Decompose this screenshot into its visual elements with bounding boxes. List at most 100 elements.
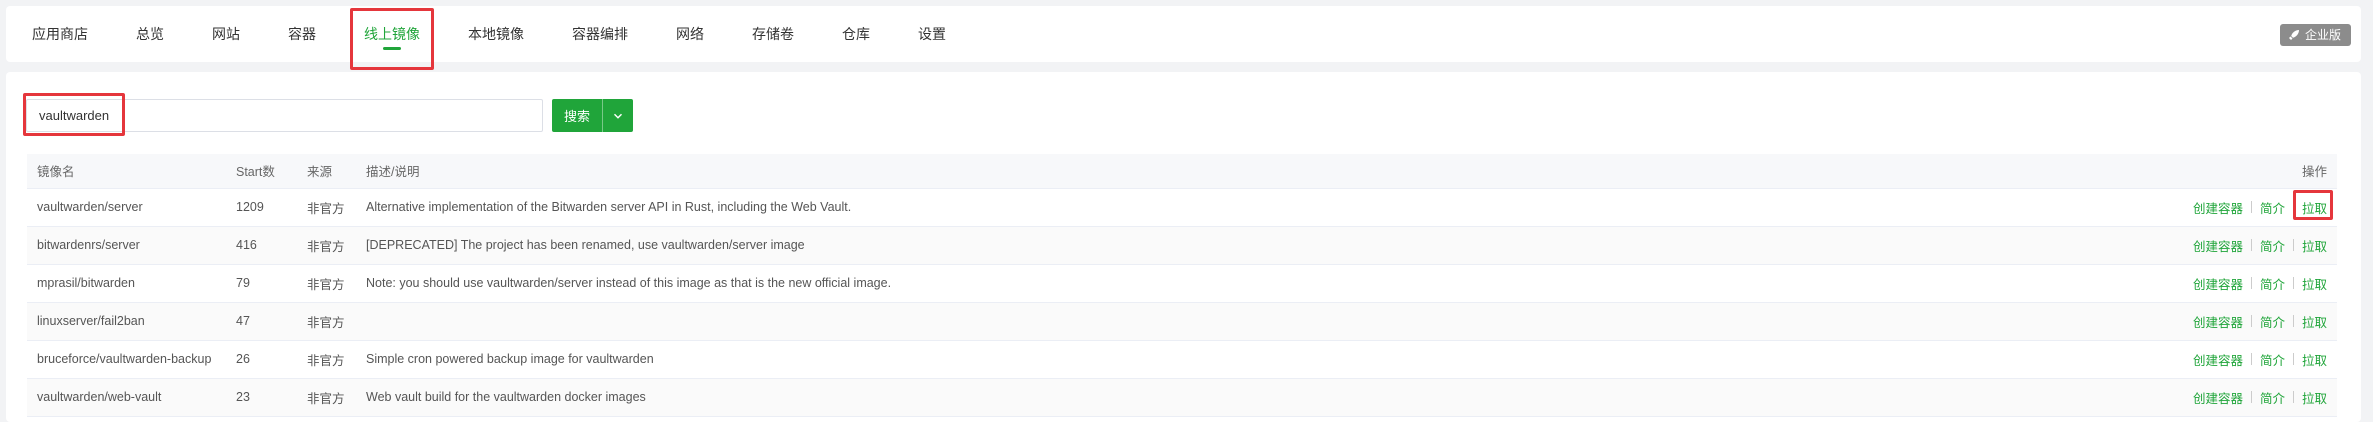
tab-label: 仓库 — [842, 26, 870, 42]
create-container-link[interactable]: 创建容器 — [2193, 312, 2243, 331]
tab-item[interactable]: 网络 — [676, 6, 704, 62]
stars-cell: 1209 — [226, 188, 297, 227]
table-row: bitwardenrs/server 416 非官方 [DEPRECATED] The… — [27, 226, 2337, 265]
header-source: 来源 — [297, 154, 356, 189]
search-button[interactable]: 搜索 — [552, 99, 602, 132]
action-separator — [2250, 391, 2252, 403]
description-cell: [DEPRECATED] The project has been rename… — [356, 226, 1901, 265]
intro-link[interactable]: 简介 — [2260, 236, 2285, 255]
source-cell: 非官方 — [297, 226, 356, 265]
search-button-group: 搜索 — [552, 99, 633, 132]
intro-link[interactable]: 简介 — [2260, 388, 2285, 407]
pull-link[interactable]: 拉取 — [2302, 388, 2327, 407]
action-separator — [2292, 277, 2294, 289]
tab-label: 存储卷 — [752, 26, 794, 42]
tab-label: 本地镜像 — [468, 26, 524, 42]
action-separator — [2292, 353, 2294, 365]
pull-link[interactable]: 拉取 — [2302, 350, 2327, 369]
search-input[interactable] — [26, 99, 543, 132]
tab-item[interactable]: 网站 — [212, 6, 240, 62]
stars-cell: 47 — [226, 302, 297, 341]
description-cell: Alternative implementation of the Bitwar… — [356, 188, 1901, 227]
tab-item[interactable]: 设置 — [918, 6, 946, 62]
actions-cell: 创建容器 简介 拉取 — [1900, 226, 2337, 265]
row-actions: 创建容器 简介 拉取 — [2193, 274, 2327, 293]
tab-label: 设置 — [918, 26, 946, 42]
table-row: vaultwarden/web-vault 23 非官方 Web vault buil… — [27, 378, 2337, 417]
row-actions: 创建容器 简介 拉取 — [2193, 388, 2327, 407]
rocket-icon — [2288, 30, 2299, 40]
action-separator — [2250, 277, 2252, 289]
header-name: 镜像名 — [27, 154, 226, 189]
action-separator — [2292, 239, 2294, 251]
enterprise-badge-label: 企业版 — [2304, 28, 2341, 42]
stars-cell: 23 — [226, 378, 297, 417]
actions-cell: 创建容器 简介 拉取 — [1900, 264, 2337, 303]
create-container-link[interactable]: 创建容器 — [2193, 236, 2243, 255]
action-separator — [2250, 201, 2252, 213]
image-table: 镜像名 Start数 来源 描述/说明 操作 vaultwarden/serve… — [27, 154, 2337, 417]
action-separator — [2250, 353, 2252, 365]
actions-cell: 创建容器 简介 拉取 — [1900, 378, 2337, 417]
tab-label: 应用商店 — [32, 26, 88, 42]
action-separator — [2292, 391, 2294, 403]
stars-cell: 416 — [226, 226, 297, 265]
create-container-link[interactable]: 创建容器 — [2193, 350, 2243, 369]
pull-link[interactable]: 拉取 — [2302, 312, 2327, 331]
intro-link[interactable]: 简介 — [2260, 312, 2285, 331]
description-cell: Simple cron powered backup image for vau… — [356, 340, 1901, 379]
intro-link[interactable]: 简介 — [2260, 274, 2285, 293]
table-header-row: 镜像名 Start数 来源 描述/说明 操作 — [27, 154, 2337, 189]
header-actions: 操作 — [1900, 154, 2337, 189]
source-cell: 非官方 — [297, 302, 356, 341]
enterprise-badge[interactable]: 企业版 — [2279, 24, 2351, 46]
image-name-cell: bruceforce/vaultwarden-backup — [27, 340, 226, 379]
chevron-down-icon — [613, 113, 623, 119]
pull-link[interactable]: 拉取 — [2302, 198, 2327, 217]
description-cell: Web vault build for the vaultwarden dock… — [356, 378, 1901, 417]
tab-label: 线上镜像 — [364, 26, 420, 42]
row-actions: 创建容器 简介 拉取 — [2193, 189, 2333, 220]
tab-label: 网站 — [212, 26, 240, 42]
search-bar: 搜索 — [23, 93, 633, 136]
create-container-link[interactable]: 创建容器 — [2193, 388, 2243, 407]
row-actions: 创建容器 简介 拉取 — [2193, 350, 2327, 369]
tab-item[interactable]: 本地镜像 — [468, 6, 524, 62]
search-dropdown-button[interactable] — [602, 99, 633, 132]
tab-item[interactable]: 容器编排 — [572, 6, 628, 62]
top-navigation: 应用商店 总览 网站 容器 线上镜像 本地镜像 容器编排 网络 存储卷 仓库 设置 企业版 — [6, 6, 2361, 70]
pull-link[interactable]: 拉取 — [2302, 236, 2327, 255]
description-cell: Note: you should use vaultwarden/server … — [356, 264, 1901, 303]
tab-label: 网络 — [676, 26, 704, 42]
image-name-cell: linuxserver/fail2ban — [27, 302, 226, 341]
create-container-link[interactable]: 创建容器 — [2193, 198, 2243, 217]
source-cell: 非官方 — [297, 340, 356, 379]
tab-item[interactable]: 存储卷 — [752, 6, 794, 62]
action-separator — [2250, 239, 2252, 251]
image-name-cell: mprasil/bitwarden — [27, 264, 226, 303]
intro-link[interactable]: 简介 — [2260, 350, 2285, 369]
tab-item[interactable]: 仓库 — [842, 6, 870, 62]
intro-link[interactable]: 简介 — [2260, 198, 2285, 217]
actions-cell: 创建容器 简介 拉取 — [1900, 188, 2337, 227]
action-separator — [2292, 315, 2294, 327]
header-stars: Start数 — [226, 154, 297, 189]
create-container-link[interactable]: 创建容器 — [2193, 274, 2243, 293]
source-cell: 非官方 — [297, 378, 356, 417]
actions-cell: 创建容器 简介 拉取 — [1900, 340, 2337, 379]
tab-item[interactable]: 总览 — [136, 6, 164, 62]
source-cell: 非官方 — [297, 188, 356, 227]
pull-link[interactable]: 拉取 — [2302, 274, 2327, 293]
tab-item[interactable]: 线上镜像 — [350, 6, 434, 70]
tab-item[interactable]: 容器 — [288, 6, 316, 62]
active-tab-indicator — [383, 47, 401, 50]
image-name-cell: bitwardenrs/server — [27, 226, 226, 265]
tab-label: 容器 — [288, 26, 316, 42]
row-actions: 创建容器 简介 拉取 — [2193, 236, 2327, 255]
image-name-cell: vaultwarden/web-vault — [27, 378, 226, 417]
image-name-cell: vaultwarden/server — [27, 188, 226, 227]
row-actions: 创建容器 简介 拉取 — [2193, 312, 2327, 331]
actions-cell: 创建容器 简介 拉取 — [1900, 302, 2337, 341]
tab-item[interactable]: 应用商店 — [32, 6, 88, 62]
stars-cell: 26 — [226, 340, 297, 379]
